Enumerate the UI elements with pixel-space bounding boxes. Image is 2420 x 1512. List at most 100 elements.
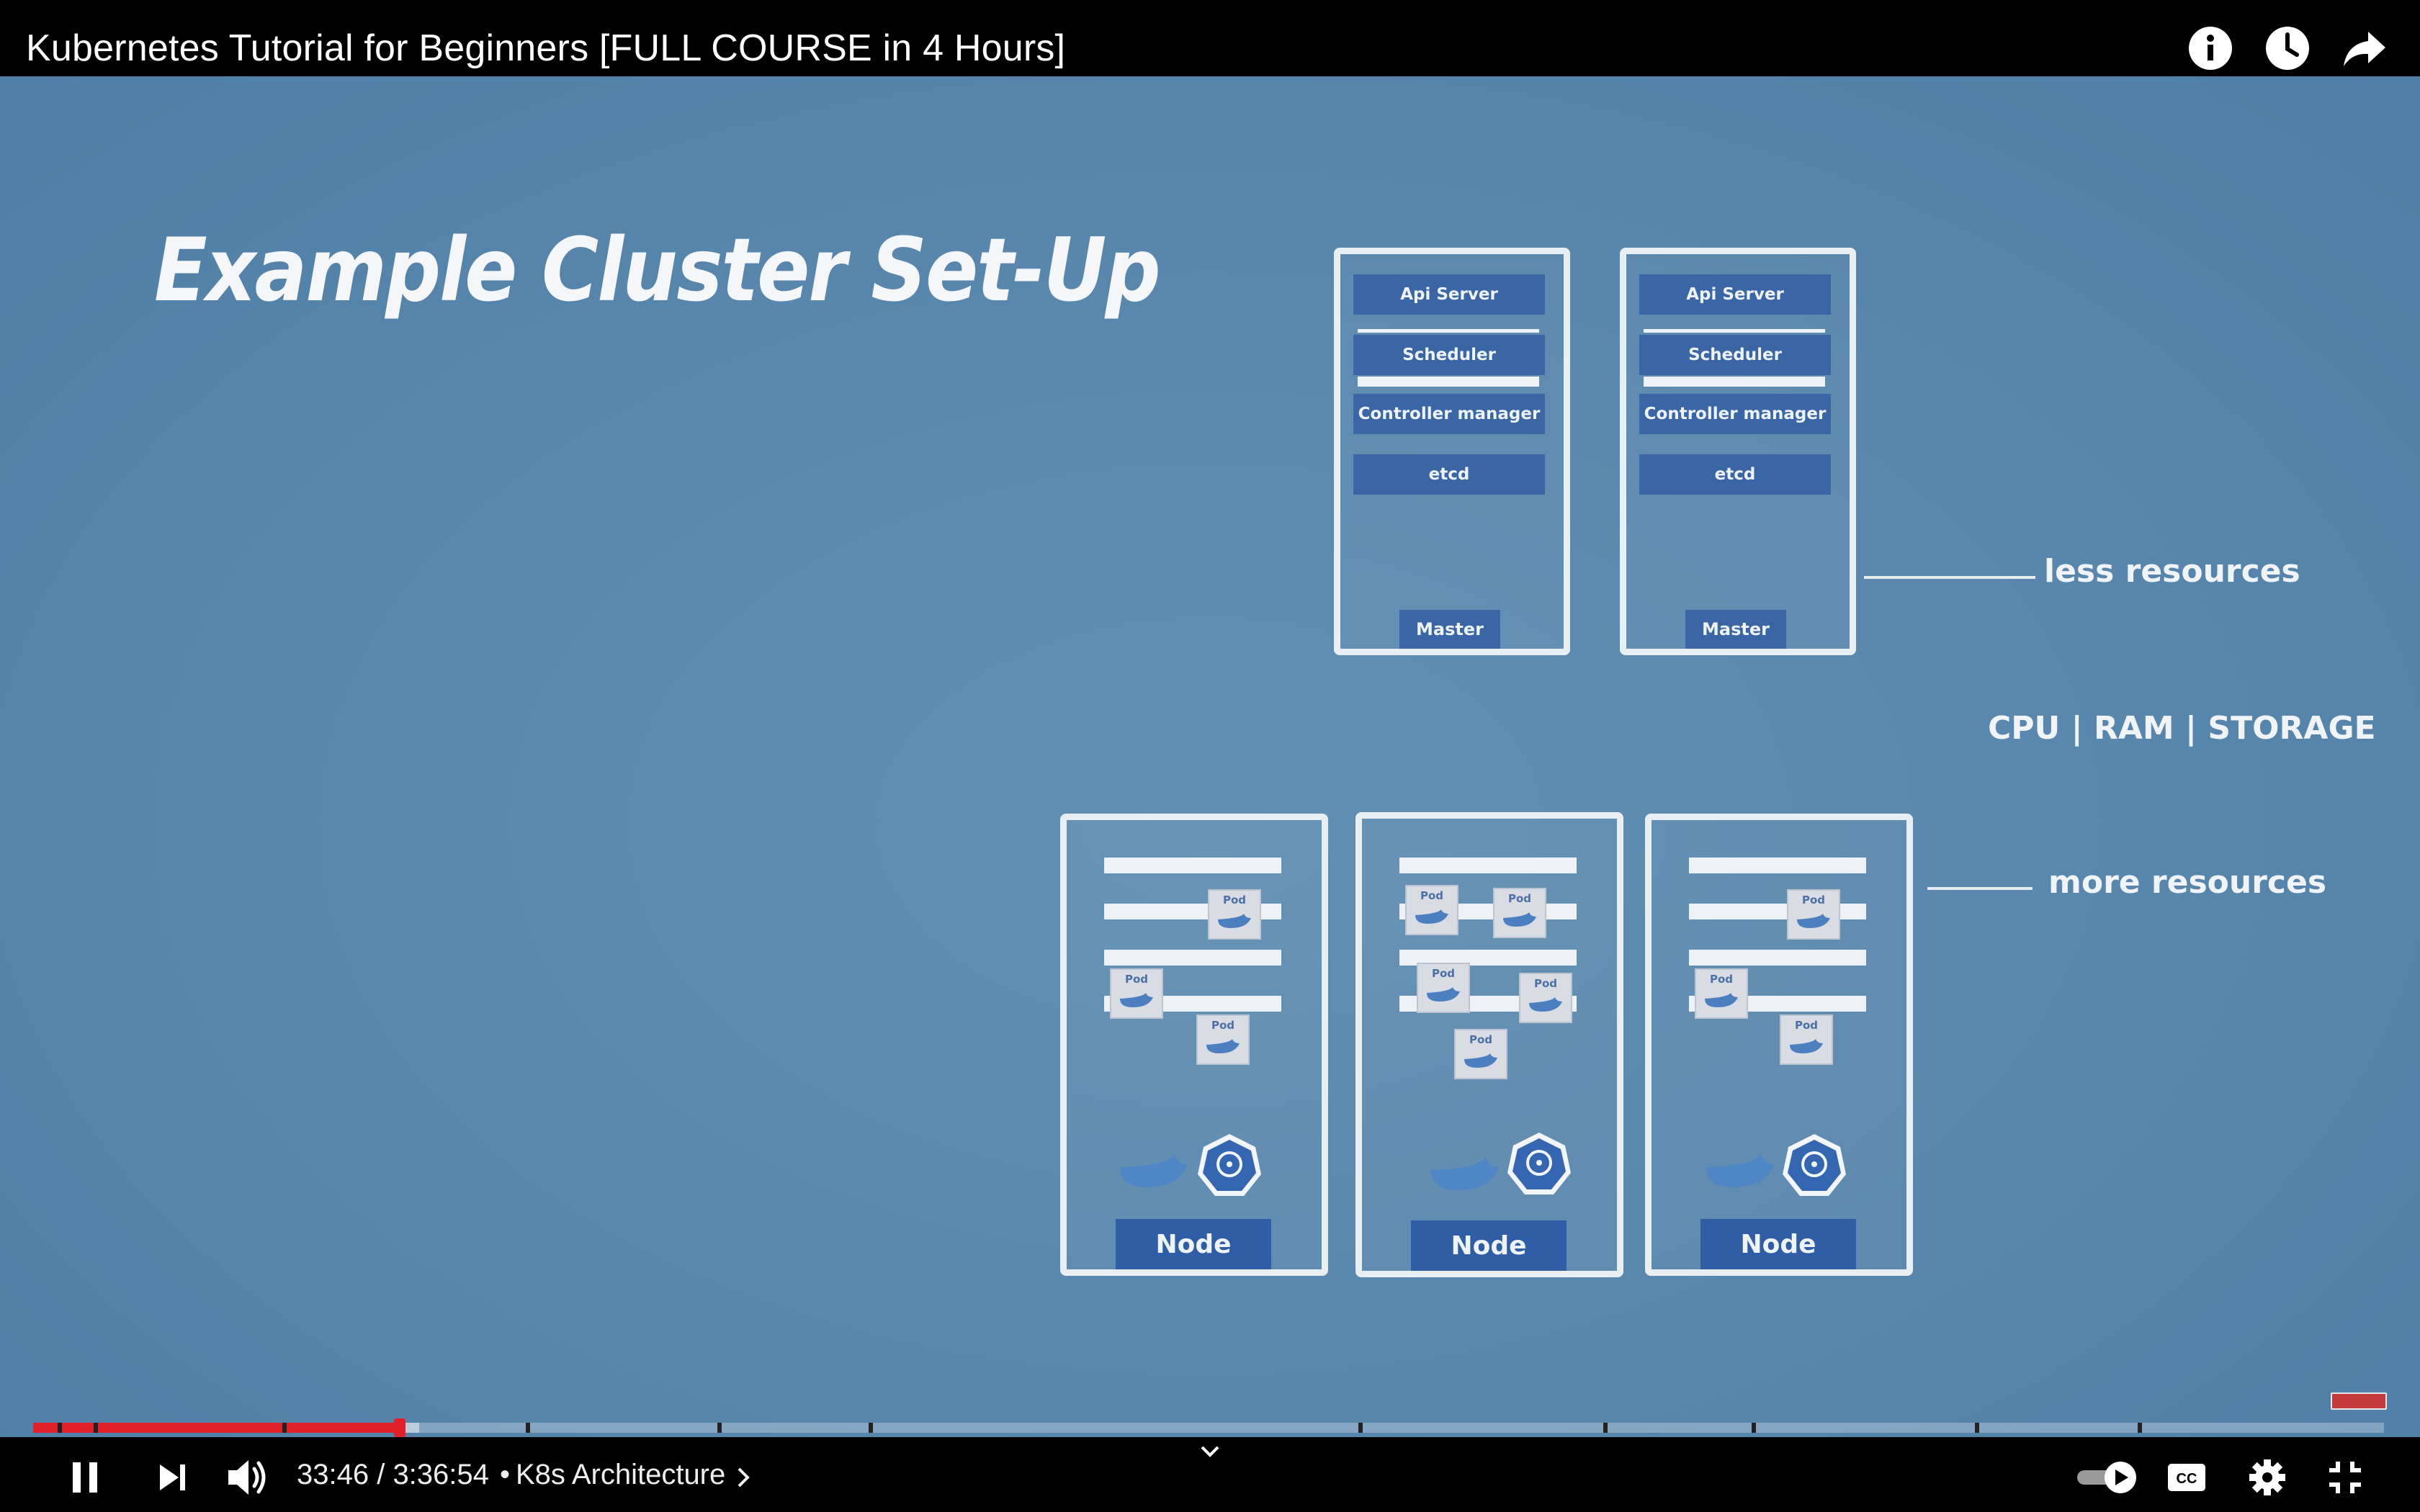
pod: Pod — [1695, 968, 1748, 1019]
divider-line — [1358, 329, 1539, 333]
info-icon[interactable] — [2187, 24, 2234, 72]
pod: Pod — [1405, 885, 1458, 935]
share-icon[interactable] — [2341, 24, 2388, 72]
node-process-bar — [1104, 858, 1281, 873]
channel-watermark[interactable] — [2331, 1392, 2387, 1410]
node-process-bar — [1104, 950, 1281, 966]
captions-icon: CC — [2168, 1464, 2205, 1491]
docker-whale-icon — [1431, 1157, 1499, 1190]
docker-whale-icon — [1705, 993, 1738, 1007]
kubelet-icon — [1507, 1133, 1571, 1194]
pod-label: Pod — [1801, 894, 1826, 906]
next-icon — [160, 1464, 185, 1490]
expand-chevron-button[interactable] — [1184, 1437, 1236, 1466]
pod-label: Pod — [1124, 973, 1149, 986]
pause-button[interactable] — [58, 1450, 112, 1505]
chapter-marker — [94, 1423, 98, 1433]
node-label: Node — [1116, 1219, 1271, 1269]
next-button[interactable] — [145, 1450, 200, 1505]
docker-whale-icon — [1427, 987, 1460, 1002]
api-server-component: Api Server — [1353, 274, 1545, 315]
docker-whale-icon — [1503, 912, 1536, 927]
kubelet-icon — [1198, 1134, 1261, 1196]
pod-label: Pod — [1794, 1019, 1819, 1032]
pod: Pod — [1196, 1014, 1250, 1065]
pod: Pod — [1417, 963, 1470, 1013]
docker-whale-icon — [1415, 909, 1448, 924]
volume-button[interactable] — [220, 1450, 275, 1505]
worker-node-3: Pod Pod Pod Node — [1645, 814, 1913, 1276]
controller-manager-component: Controller manager — [1639, 394, 1831, 434]
pod-label: Pod — [1469, 1033, 1493, 1046]
master-server-2: Api Server Scheduler Controller manager … — [1620, 248, 1856, 655]
pod: Pod — [1519, 973, 1572, 1023]
docker-whale-icon — [1206, 1039, 1240, 1053]
autoplay-toggle[interactable] — [2071, 1450, 2143, 1505]
chapter-marker — [869, 1423, 873, 1433]
worker-node-2: Pod Pod Pod Pod Pod Node — [1355, 812, 1623, 1277]
chapter-marker — [1752, 1423, 1756, 1433]
chapter-marker — [717, 1423, 722, 1433]
divider-line — [1644, 329, 1825, 333]
docker-whale-icon — [1529, 997, 1562, 1012]
more-resources-label: more resources — [2048, 864, 2327, 901]
pod-label: Pod — [1709, 973, 1734, 986]
chapter-chevron-icon[interactable] — [729, 1459, 758, 1496]
node-process-bar — [1689, 858, 1866, 873]
etcd-component: etcd — [1639, 454, 1831, 495]
chapter-marker — [1975, 1423, 1979, 1433]
player-controls: 33:46 / 3:36:54 • K8s Architecture CC — [0, 1437, 2420, 1512]
video-frame[interactable]: Example Cluster Set-Up Api Server Schedu… — [0, 76, 2420, 1437]
controller-manager-component: Controller manager — [1353, 394, 1545, 434]
pod-label: Pod — [1533, 977, 1558, 990]
video-title-bar: Kubernetes Tutorial for Beginners [FULL … — [0, 0, 2420, 76]
watch-later-icon[interactable] — [2264, 24, 2311, 72]
node-process-bar — [1689, 950, 1866, 966]
pod-label: Pod — [1431, 967, 1456, 980]
master-server-1: Api Server Scheduler Controller manager … — [1334, 248, 1570, 655]
chapter-title[interactable]: K8s Architecture — [516, 1454, 725, 1495]
time-display: 33:46 / 3:36:54 — [297, 1459, 489, 1490]
exit-fullscreen-button[interactable] — [2318, 1450, 2372, 1505]
progress-bar[interactable] — [33, 1418, 2384, 1437]
chapter-marker — [282, 1423, 287, 1433]
pod: Pod — [1780, 1014, 1833, 1065]
video-title[interactable]: Kubernetes Tutorial for Beginners [FULL … — [26, 26, 1065, 71]
autoplay-icon — [2077, 1462, 2136, 1493]
docker-whale-icon — [1706, 1154, 1774, 1187]
pod: Pod — [1493, 888, 1546, 938]
etcd-component: etcd — [1353, 454, 1545, 495]
docker-whale-icon — [1120, 1154, 1188, 1187]
resources-types-label: CPU | RAM | STORAGE — [1988, 710, 2376, 747]
progress-played — [33, 1423, 400, 1433]
docker-whale-icon — [1464, 1053, 1497, 1068]
node-process-bar — [1399, 858, 1577, 873]
pod-label: Pod — [1420, 889, 1444, 902]
less-resources-label: less resources — [2044, 553, 2300, 590]
chapter-marker — [1603, 1423, 1608, 1433]
pod: Pod — [1787, 889, 1840, 940]
pod: Pod — [1110, 968, 1163, 1019]
api-server-component: Api Server — [1639, 274, 1831, 315]
scheduler-component: Scheduler — [1353, 335, 1545, 375]
master-label: Master — [1399, 610, 1500, 649]
worker-node-1: Pod Pod Pod Node — [1060, 814, 1328, 1276]
chapter-marker — [1358, 1423, 1363, 1433]
progress-scrubber-handle[interactable] — [394, 1418, 406, 1437]
divider-line — [1358, 377, 1539, 387]
pause-icon — [73, 1462, 97, 1493]
docker-whale-icon — [1797, 914, 1830, 928]
pod-label: Pod — [1211, 1019, 1235, 1032]
settings-icon — [2249, 1459, 2285, 1495]
docker-whale-icon — [1790, 1039, 1823, 1053]
slide-title: Example Cluster Set-Up — [154, 220, 1161, 321]
pod-label: Pod — [1507, 892, 1532, 905]
chapter-marker — [58, 1423, 62, 1433]
settings-button[interactable] — [2240, 1450, 2295, 1505]
pod-label: Pod — [1222, 894, 1247, 906]
pod: Pod — [1454, 1029, 1507, 1079]
less-resources-connector — [1864, 576, 2035, 579]
exit-fullscreen-icon — [2329, 1462, 2361, 1493]
chevron-down-icon — [1201, 1446, 1219, 1457]
captions-button[interactable]: CC — [2159, 1450, 2214, 1505]
